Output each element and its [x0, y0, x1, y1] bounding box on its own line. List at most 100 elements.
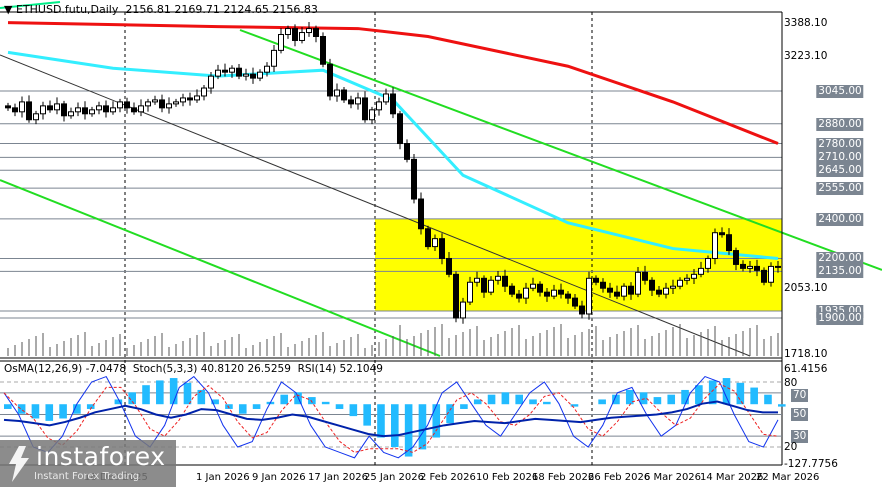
date-tick: 18 Feb 2026 [532, 472, 595, 483]
candle-body [670, 285, 676, 289]
candle-body [222, 69, 228, 73]
candle-body [453, 273, 459, 319]
candle-body [495, 275, 501, 281]
level-label: 2645.00 [816, 164, 864, 178]
level-label: 2400.00 [816, 212, 864, 226]
symbol-label: ETHUSD.futu,Daily [15, 3, 119, 16]
osma-bar [515, 394, 523, 405]
candle-body [446, 257, 452, 275]
osma-bar [432, 404, 441, 438]
osma-bar [142, 385, 150, 405]
dropdown-icon[interactable]: ▼ [4, 3, 12, 16]
candle-body [208, 75, 214, 89]
rsi-label: RSI(14) 52.1049 [297, 363, 383, 375]
candle-body [691, 273, 697, 279]
price-chart[interactable] [0, 0, 882, 487]
candle-body [320, 35, 326, 65]
candle-body [110, 107, 116, 113]
price-tick: 3223.10 [784, 49, 828, 62]
osma-bar [308, 397, 316, 405]
osma-bar [598, 399, 606, 405]
candle-body [250, 73, 256, 79]
osma-bar [183, 382, 192, 405]
candle-body [509, 285, 515, 295]
candle-body [425, 228, 431, 248]
osma-bar [529, 399, 537, 405]
date-tick: 9 Jan 2026 [252, 472, 306, 483]
osma-bar [349, 404, 358, 417]
candle-body [299, 32, 305, 41]
candle-body [775, 265, 781, 268]
candle-body [243, 73, 249, 77]
candle-body [383, 93, 389, 103]
chart-header: ▼ ETHUSD.futu,Daily 2156.81 2169.71 2124… [4, 3, 318, 16]
osma-bar [17, 404, 26, 414]
candle-body [173, 101, 179, 105]
candle-body [257, 71, 263, 79]
osma-label: OsMA(12,26,9) -7.0478 [4, 363, 127, 375]
candle-body [572, 297, 578, 307]
candle-body [362, 97, 368, 121]
osma-bar [667, 394, 676, 405]
candle-body [733, 250, 739, 265]
osma-bar [736, 382, 745, 405]
candle-body [264, 65, 270, 73]
candle-body [684, 277, 690, 281]
price-tick: 1718.10 [784, 347, 828, 360]
candle-body [474, 277, 480, 283]
candle-body [355, 97, 361, 105]
date-tick: 26 Feb 2026 [588, 472, 651, 483]
osma-bar [156, 380, 164, 405]
candle-body [439, 238, 445, 259]
candle-body [726, 234, 732, 252]
candle-body [152, 99, 158, 103]
osma-bar [695, 385, 703, 405]
candle-body [341, 89, 347, 101]
candle-body [201, 87, 207, 97]
candle-body [586, 277, 592, 315]
candle-body [26, 101, 32, 121]
level-label: 1900.00 [816, 311, 864, 325]
candle-body [719, 232, 725, 236]
candle-body [404, 143, 410, 160]
candle-body [33, 113, 39, 121]
level-label: 2200.00 [816, 252, 864, 266]
candle-body [194, 95, 200, 101]
osma-bar [59, 404, 67, 419]
candle-body [12, 107, 18, 113]
candle-body [712, 232, 718, 259]
candle-body [285, 28, 291, 36]
candle-body [19, 101, 25, 113]
candle-body [558, 289, 564, 295]
date-tick: 2 Feb 2026 [420, 472, 476, 483]
candle-body [656, 289, 662, 295]
candle-body [89, 109, 95, 115]
candle-body [628, 285, 634, 295]
low-value: 2124.65 [223, 3, 269, 16]
candle-body [768, 265, 774, 283]
candle-body [236, 67, 242, 77]
candle-body [544, 291, 550, 297]
osma-bar [31, 404, 40, 419]
candle-body [600, 281, 606, 289]
level-label: 2880.00 [816, 117, 864, 131]
candle-body [502, 275, 508, 287]
date-tick: 6 Mar 2026 [644, 472, 702, 483]
candle-body [432, 238, 438, 248]
osma-bar [45, 404, 54, 421]
osma-bar [321, 401, 330, 405]
candle-body [523, 287, 529, 299]
candle-body [131, 107, 137, 113]
candle-body [397, 113, 403, 145]
stoch-label: Stoch(5,3,3) 40.8120 26.5259 [132, 363, 291, 375]
level-label: 2555.00 [816, 182, 864, 196]
candle-body [740, 263, 746, 269]
osma-bar [418, 404, 427, 450]
candle-body [5, 105, 11, 109]
osma-bar [280, 394, 289, 405]
osma-bar [543, 401, 551, 405]
date-tick: 22 Mar 2026 [756, 472, 820, 483]
candle-body [61, 103, 67, 117]
high-value: 2169.71 [174, 3, 220, 16]
date-tick: 17 Jan 2026 [308, 472, 368, 483]
